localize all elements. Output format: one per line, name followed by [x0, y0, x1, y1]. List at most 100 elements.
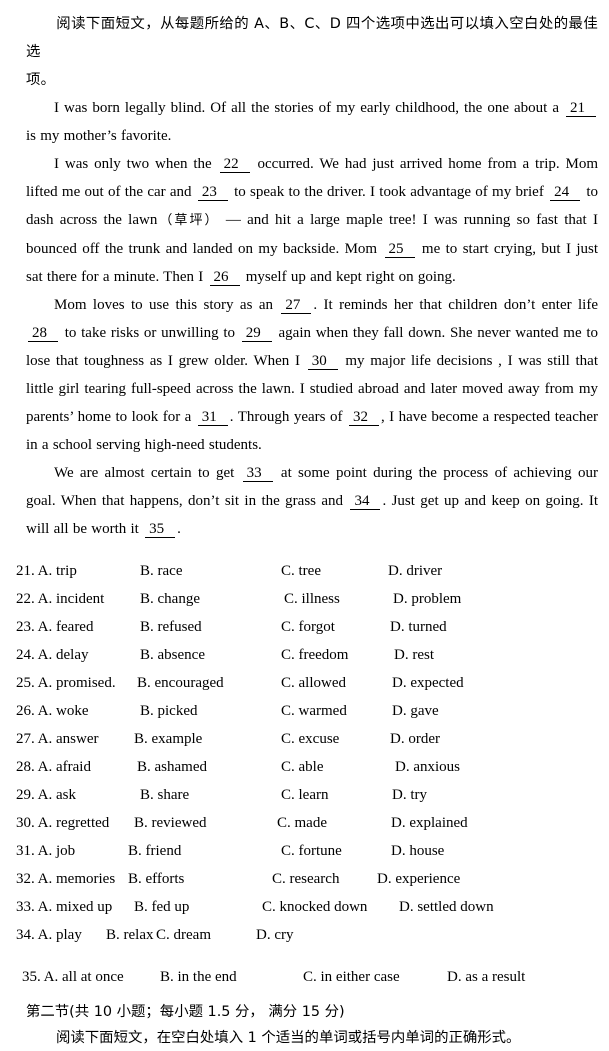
question-33-option-c[interactable]: C. knocked down — [262, 893, 367, 921]
question-25-option-c[interactable]: C. allowed — [281, 669, 346, 697]
question-22-option-c[interactable]: C. illness — [284, 585, 340, 613]
question-24-option-a[interactable]: 24. A. delay — [16, 641, 89, 669]
table-row: 22. A. incident B. change C. illness D. … — [0, 585, 609, 613]
section1-instruction: 阅读下面短文，从每题所给的 A、B、C、D 四个选项中选出可以填入空白处的最佳选 — [0, 10, 609, 66]
passage-paragraph-2: I was only two when the 22 occurred. We … — [0, 150, 609, 291]
question-34-option-c[interactable]: C. dream — [156, 921, 211, 949]
blank-23: 23 — [197, 184, 228, 201]
question-31-option-d[interactable]: D. house — [391, 837, 444, 865]
question-26-option-c[interactable]: C. warmed — [281, 697, 347, 725]
section2-title-text: 第二节(共 10 小题；每小题 1.5 分， 满分 15 分) — [26, 1004, 345, 1020]
question-25-option-b[interactable]: B. encouraged — [137, 669, 224, 697]
question-23-option-b[interactable]: B. refused — [140, 613, 202, 641]
question-23-option-c[interactable]: C. forgot — [281, 613, 335, 641]
question-28-option-d[interactable]: D. anxious — [395, 753, 460, 781]
question-27-option-b[interactable]: B. example — [134, 725, 202, 753]
passage-paragraph-3: Mom loves to use this story as an 27. It… — [0, 291, 609, 459]
question-23-option-d[interactable]: D. turned — [390, 613, 447, 641]
question-21-option-a[interactable]: 21. A. trip — [16, 557, 77, 585]
p2-text-3: to speak to the driver. I took advantage… — [234, 184, 544, 200]
question-28-option-b[interactable]: B. ashamed — [137, 753, 207, 781]
question-30-option-d[interactable]: D. explained — [391, 809, 468, 837]
section1-instruction-line2: 项。 — [26, 72, 56, 88]
blank-31: 31 — [197, 409, 228, 426]
p1-text-1: I was born legally blind. Of all the sto… — [54, 100, 559, 116]
question-32-option-d[interactable]: D. experience — [377, 865, 460, 893]
p3-text-1: Mom loves to use this story as an — [54, 297, 273, 313]
table-row: 21. A. trip B. race C. tree D. driver — [0, 557, 609, 585]
question-21-option-c[interactable]: C. tree — [281, 557, 321, 585]
passage-paragraph-4: We are almost certain to get 33 at some … — [0, 459, 609, 543]
section2-instruction-text: 阅读下面短文，在空白处填入 1 个适当的单词或括号内单词的正确形式。 — [56, 1030, 521, 1046]
blank-35: 35 — [145, 521, 176, 538]
question-24-option-d[interactable]: D. rest — [394, 641, 434, 669]
question-31-option-c[interactable]: C. fortune — [281, 837, 342, 865]
question-29-option-c[interactable]: C. learn — [281, 781, 328, 809]
question-25-option-d[interactable]: D. expected — [392, 669, 464, 697]
question-30-option-b[interactable]: B. reviewed — [134, 809, 206, 837]
question-26-option-b[interactable]: B. picked — [140, 697, 198, 725]
question-30-option-a[interactable]: 30. A. regretted — [16, 809, 109, 837]
p4-text-4: . — [177, 521, 181, 537]
question-28-option-a[interactable]: 28. A. afraid — [16, 753, 91, 781]
p3-text-2: . It reminds her that children don’t ent… — [313, 297, 599, 313]
question-26-option-a[interactable]: 26. A. woke — [16, 697, 89, 725]
question-34-option-a[interactable]: 34. A. play — [16, 921, 82, 949]
question-29-option-a[interactable]: 29. A. ask — [16, 781, 76, 809]
question-33-option-a[interactable]: 33. A. mixed up — [16, 893, 112, 921]
blank-26: 26 — [209, 269, 240, 286]
question-24-option-b[interactable]: B. absence — [140, 641, 205, 669]
question-30-option-c[interactable]: C. made — [277, 809, 327, 837]
blank-33: 33 — [242, 465, 273, 482]
blank-25: 25 — [384, 241, 415, 258]
question-27-option-c[interactable]: C. excuse — [281, 725, 339, 753]
question-32-option-b[interactable]: B. efforts — [128, 865, 184, 893]
question-31-option-b[interactable]: B. friend — [128, 837, 181, 865]
p2-gloss-lawn: （草坪） — [157, 213, 220, 228]
p3-text-6: . Through years of — [229, 409, 343, 425]
question-21-option-b[interactable]: B. race — [140, 557, 182, 585]
table-row: 34. A. play B. relax C. dream D. cry — [0, 921, 609, 949]
table-row: 24. A. delay B. absence C. freedom D. re… — [0, 641, 609, 669]
question-24-option-c[interactable]: C. freedom — [281, 641, 348, 669]
p1-text-2: is my mother’s favorite. — [26, 128, 172, 144]
question-34-option-b[interactable]: B. relax — [106, 921, 153, 949]
blank-29: 29 — [241, 325, 272, 342]
question-35-option-d[interactable]: D. as a result — [447, 963, 525, 991]
table-row: 23. A. feared B. refused C. forgot D. tu… — [0, 613, 609, 641]
table-row: 29. A. ask B. share C. learn D. try — [0, 781, 609, 809]
blank-24: 24 — [550, 184, 581, 201]
question-34-option-d[interactable]: D. cry — [256, 921, 294, 949]
question-22-option-a[interactable]: 22. A. incident — [16, 585, 104, 613]
question-21-option-d[interactable]: D. driver — [388, 557, 442, 585]
question-33-option-b[interactable]: B. fed up — [134, 893, 189, 921]
question-35-option-b[interactable]: B. in the end — [160, 963, 237, 991]
question-33-option-d[interactable]: D. settled down — [399, 893, 494, 921]
question-32-option-a[interactable]: 32. A. memories — [16, 865, 115, 893]
blank-21: 21 — [566, 100, 596, 117]
table-row: 27. A. answer B. example C. excuse D. or… — [0, 725, 609, 753]
question-35-option-c[interactable]: C. in either case — [303, 963, 400, 991]
table-row: 32. A. memories B. efforts C. research D… — [0, 865, 609, 893]
question-22-option-d[interactable]: D. problem — [393, 585, 461, 613]
section1-instruction-cont: 项。 — [0, 66, 609, 94]
question-29-option-b[interactable]: B. share — [140, 781, 189, 809]
section2-instruction: 阅读下面短文，在空白处填入 1 个适当的单词或括号内单词的正确形式。 — [0, 1025, 609, 1051]
p2-text-1: I was only two when the — [54, 156, 212, 172]
question-22-option-b[interactable]: B. change — [140, 585, 200, 613]
question-28-option-c[interactable]: C. able — [281, 753, 324, 781]
question-31-option-a[interactable]: 31. A. job — [16, 837, 75, 865]
question-options-list: 21. A. trip B. race C. tree D. driver 22… — [0, 557, 609, 985]
question-35-option-a[interactable]: 35. A. all at once — [22, 963, 124, 991]
exam-page: 阅读下面短文，从每题所给的 A、B、C、D 四个选项中选出可以填入空白处的最佳选… — [0, 10, 609, 1046]
question-29-option-d[interactable]: D. try — [392, 781, 427, 809]
p3-text-3: to take risks or unwilling to — [64, 325, 236, 341]
blank-27: 27 — [281, 297, 312, 314]
question-23-option-a[interactable]: 23. A. feared — [16, 613, 93, 641]
question-25-option-a[interactable]: 25. A. promised. — [16, 669, 116, 697]
question-27-option-a[interactable]: 27. A. answer — [16, 725, 99, 753]
question-27-option-d[interactable]: D. order — [390, 725, 440, 753]
blank-32: 32 — [348, 409, 379, 426]
question-32-option-c[interactable]: C. research — [272, 865, 339, 893]
question-26-option-d[interactable]: D. gave — [392, 697, 439, 725]
